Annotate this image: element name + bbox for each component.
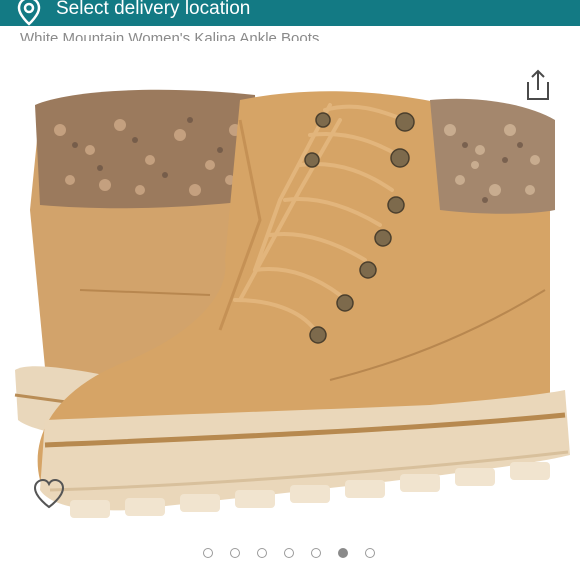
carousel-dot-7[interactable] bbox=[365, 548, 375, 558]
delivery-location-bar[interactable]: Select delivery location bbox=[0, 0, 580, 26]
carousel-dot-1[interactable] bbox=[203, 548, 213, 558]
product-title: White Mountain Women's Kalina Ankle Boot… bbox=[20, 30, 320, 41]
image-carousel-indicators bbox=[0, 546, 580, 562]
carousel-dot-6[interactable] bbox=[338, 548, 348, 558]
share-icon[interactable] bbox=[522, 68, 554, 102]
carousel-dot-2[interactable] bbox=[230, 548, 240, 558]
carousel-dot-5[interactable] bbox=[311, 548, 321, 558]
carousel-dot-4[interactable] bbox=[284, 548, 294, 558]
delivery-location-label[interactable]: Select delivery location bbox=[56, 0, 250, 20]
heart-icon[interactable] bbox=[32, 478, 66, 510]
product-image[interactable] bbox=[10, 60, 580, 530]
carousel-dot-3[interactable] bbox=[257, 548, 267, 558]
location-pin-icon bbox=[17, 0, 41, 26]
